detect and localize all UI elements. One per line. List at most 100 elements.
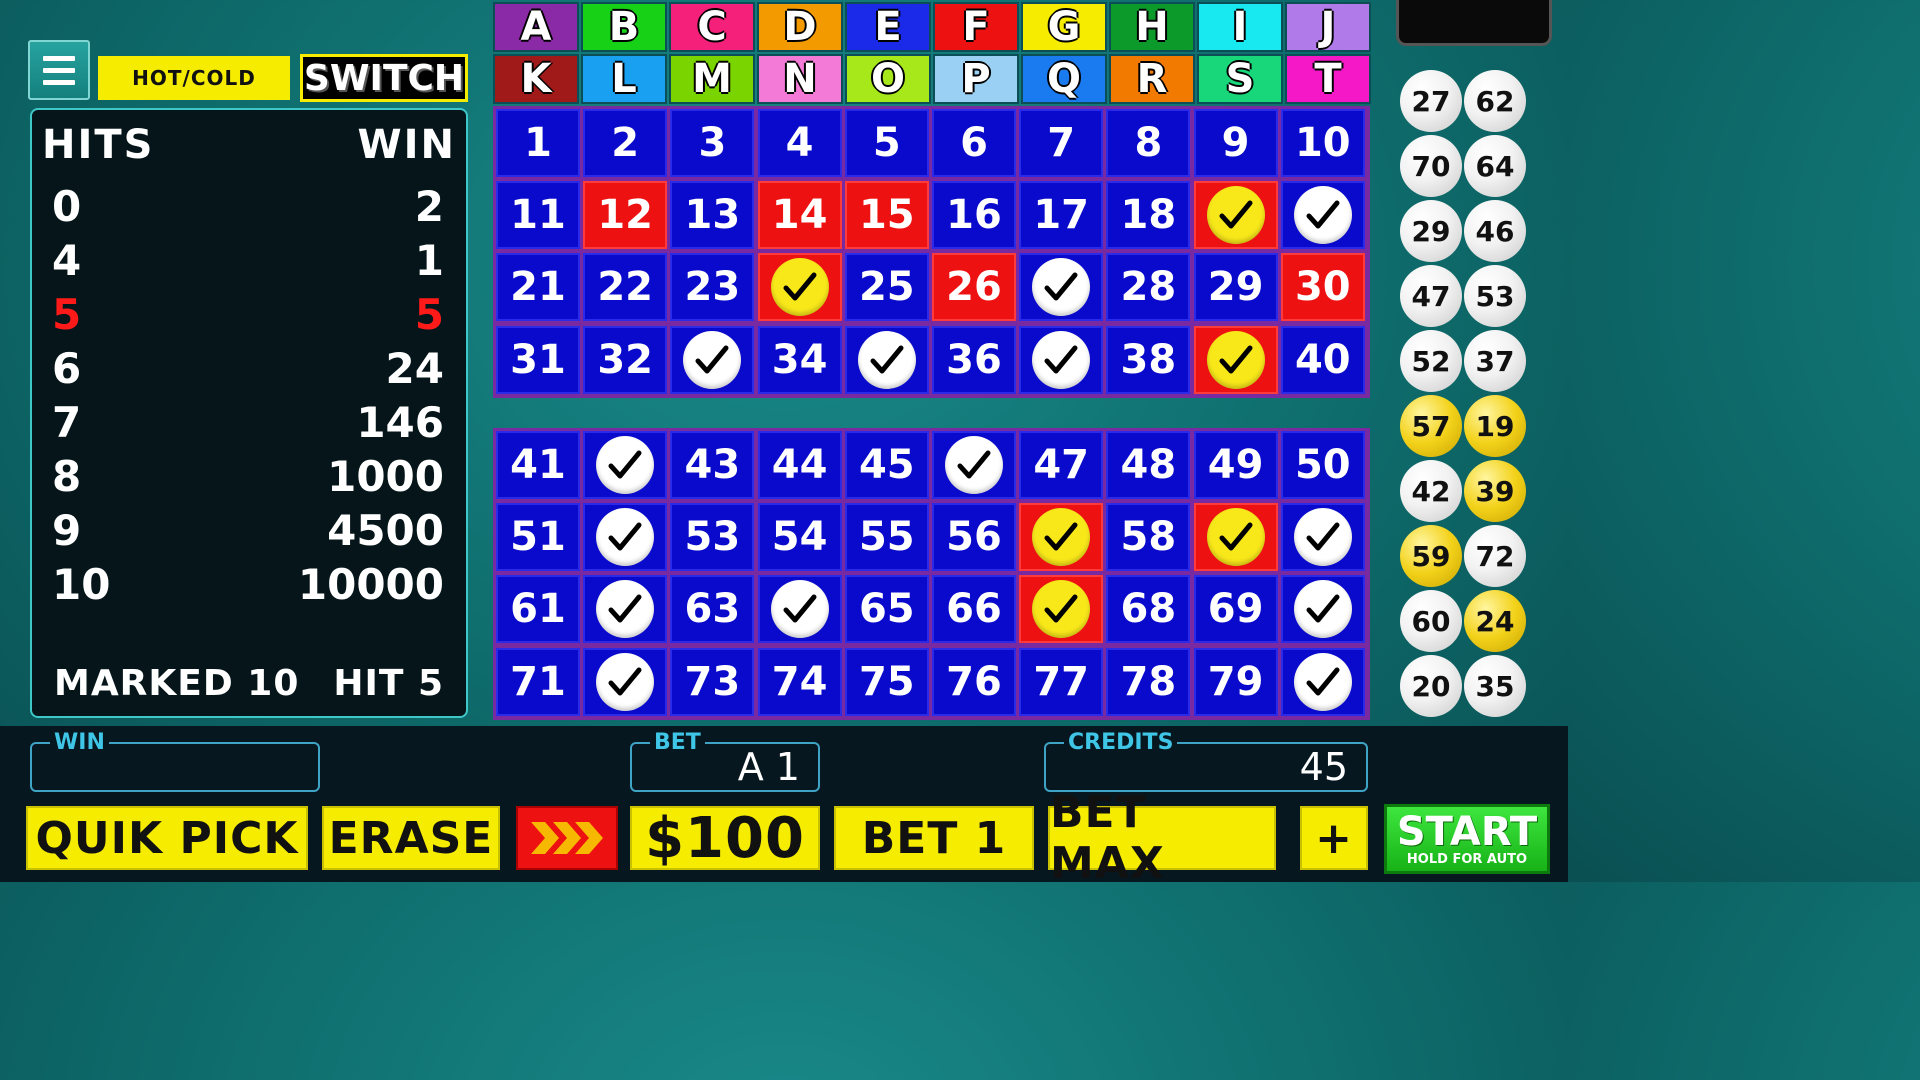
keno-cell-13[interactable]: 13: [670, 181, 755, 250]
keno-cell-3[interactable]: 3: [670, 109, 755, 177]
denomination-button[interactable]: $100: [630, 806, 820, 871]
keno-cell-21[interactable]: 21: [496, 253, 580, 322]
keno-cell-1[interactable]: 1: [496, 109, 580, 177]
keno-cell-10[interactable]: 10: [1280, 109, 1365, 177]
letter-tile-o[interactable]: O: [845, 54, 931, 104]
keno-cell-18[interactable]: 18: [1106, 181, 1191, 250]
letter-tile-q[interactable]: Q: [1021, 54, 1107, 104]
keno-cell-16[interactable]: 16: [932, 181, 1016, 250]
switch-button[interactable]: SWITCH: [300, 54, 468, 102]
keno-cell-38[interactable]: 38: [1106, 325, 1191, 394]
keno-cell-70[interactable]: [1280, 575, 1365, 644]
keno-cell-17[interactable]: 17: [1019, 181, 1104, 250]
keno-cell-78[interactable]: 78: [1106, 647, 1191, 716]
keno-cell-40[interactable]: 40: [1280, 325, 1365, 394]
keno-cell-25[interactable]: 25: [844, 253, 929, 322]
keno-cell-47[interactable]: 47: [1019, 431, 1104, 499]
keno-cell-62[interactable]: [583, 575, 668, 644]
bet-max-button[interactable]: BET MAX: [1048, 787, 1276, 889]
keno-cell-59[interactable]: [1193, 503, 1278, 572]
letter-tile-h[interactable]: H: [1109, 2, 1195, 52]
letter-tile-i[interactable]: I: [1197, 2, 1283, 52]
keno-cell-75[interactable]: 75: [844, 647, 929, 716]
letter-tile-k[interactable]: K: [493, 54, 579, 104]
keno-cell-6[interactable]: 6: [932, 109, 1016, 177]
keno-cell-14[interactable]: 14: [757, 181, 842, 250]
keno-cell-4[interactable]: 4: [757, 109, 842, 177]
keno-cell-67[interactable]: [1019, 575, 1104, 644]
keno-cell-39[interactable]: [1193, 325, 1278, 394]
start-button[interactable]: START HOLD FOR AUTO: [1384, 804, 1550, 874]
keno-cell-71[interactable]: 71: [496, 647, 580, 716]
letter-tile-m[interactable]: M: [669, 54, 755, 104]
keno-cell-41[interactable]: 41: [496, 431, 580, 499]
keno-cell-15[interactable]: 15: [844, 181, 929, 250]
keno-cell-32[interactable]: 32: [583, 325, 668, 394]
keno-cell-28[interactable]: 28: [1106, 253, 1191, 322]
keno-cell-54[interactable]: 54: [757, 503, 842, 572]
keno-cell-50[interactable]: 50: [1280, 431, 1365, 499]
keno-cell-29[interactable]: 29: [1193, 253, 1278, 322]
keno-cell-55[interactable]: 55: [844, 503, 929, 572]
keno-cell-24[interactable]: [757, 253, 842, 322]
keno-cell-12[interactable]: 12: [583, 181, 668, 250]
keno-cell-43[interactable]: 43: [670, 431, 755, 499]
letter-tile-p[interactable]: P: [933, 54, 1019, 104]
letter-tile-n[interactable]: N: [757, 54, 843, 104]
keno-cell-20[interactable]: [1280, 181, 1365, 250]
keno-cell-19[interactable]: [1193, 181, 1278, 250]
keno-cell-76[interactable]: 76: [932, 647, 1016, 716]
letter-tile-j[interactable]: J: [1285, 2, 1371, 52]
letter-tile-e[interactable]: E: [845, 2, 931, 52]
keno-cell-26[interactable]: 26: [932, 253, 1016, 322]
letter-tile-b[interactable]: B: [581, 2, 667, 52]
keno-cell-74[interactable]: 74: [757, 647, 842, 716]
keno-cell-9[interactable]: 9: [1193, 109, 1278, 177]
keno-cell-63[interactable]: 63: [670, 575, 755, 644]
letter-tile-s[interactable]: S: [1197, 54, 1283, 104]
keno-cell-64[interactable]: [757, 575, 842, 644]
letter-tile-t[interactable]: T: [1285, 54, 1371, 104]
keno-cell-65[interactable]: 65: [844, 575, 929, 644]
menu-button[interactable]: [28, 40, 90, 100]
keno-cell-60[interactable]: [1280, 503, 1365, 572]
keno-cell-5[interactable]: 5: [844, 109, 929, 177]
keno-cell-34[interactable]: 34: [757, 325, 842, 394]
keno-cell-69[interactable]: 69: [1193, 575, 1278, 644]
keno-cell-44[interactable]: 44: [757, 431, 842, 499]
erase-button[interactable]: ERASE: [322, 806, 500, 870]
keno-cell-61[interactable]: 61: [496, 575, 580, 644]
quik-pick-button[interactable]: QUIK PICK: [26, 806, 308, 870]
speed-button[interactable]: [516, 806, 618, 870]
keno-cell-11[interactable]: 11: [496, 181, 580, 250]
keno-cell-2[interactable]: 2: [583, 109, 668, 177]
keno-cell-23[interactable]: 23: [670, 253, 755, 322]
keno-cell-35[interactable]: [844, 325, 929, 394]
keno-cell-33[interactable]: [670, 325, 755, 394]
letter-tile-a[interactable]: A: [493, 2, 579, 52]
keno-cell-46[interactable]: [932, 431, 1016, 499]
keno-cell-58[interactable]: 58: [1106, 503, 1191, 572]
letter-tile-g[interactable]: G: [1021, 2, 1107, 52]
keno-cell-79[interactable]: 79: [1193, 647, 1278, 716]
keno-cell-56[interactable]: 56: [932, 503, 1016, 572]
keno-cell-53[interactable]: 53: [670, 503, 755, 572]
keno-cell-73[interactable]: 73: [670, 647, 755, 716]
keno-cell-48[interactable]: 48: [1106, 431, 1191, 499]
keno-cell-7[interactable]: 7: [1019, 109, 1104, 177]
keno-cell-42[interactable]: [583, 431, 668, 499]
keno-cell-77[interactable]: 77: [1019, 647, 1104, 716]
keno-cell-36[interactable]: 36: [932, 325, 1016, 394]
keno-cell-57[interactable]: [1019, 503, 1104, 572]
keno-cell-72[interactable]: [583, 647, 668, 716]
keno-cell-22[interactable]: 22: [583, 253, 668, 322]
letter-tile-f[interactable]: F: [933, 2, 1019, 52]
keno-cell-27[interactable]: [1019, 253, 1104, 322]
hot-cold-button[interactable]: HOT/COLD: [98, 56, 290, 100]
keno-cell-80[interactable]: [1280, 647, 1365, 716]
bet-one-button[interactable]: BET 1: [834, 806, 1034, 870]
keno-cell-8[interactable]: 8: [1106, 109, 1191, 177]
keno-cell-37[interactable]: [1019, 325, 1104, 394]
letter-tile-d[interactable]: D: [757, 2, 843, 52]
keno-cell-45[interactable]: 45: [844, 431, 929, 499]
